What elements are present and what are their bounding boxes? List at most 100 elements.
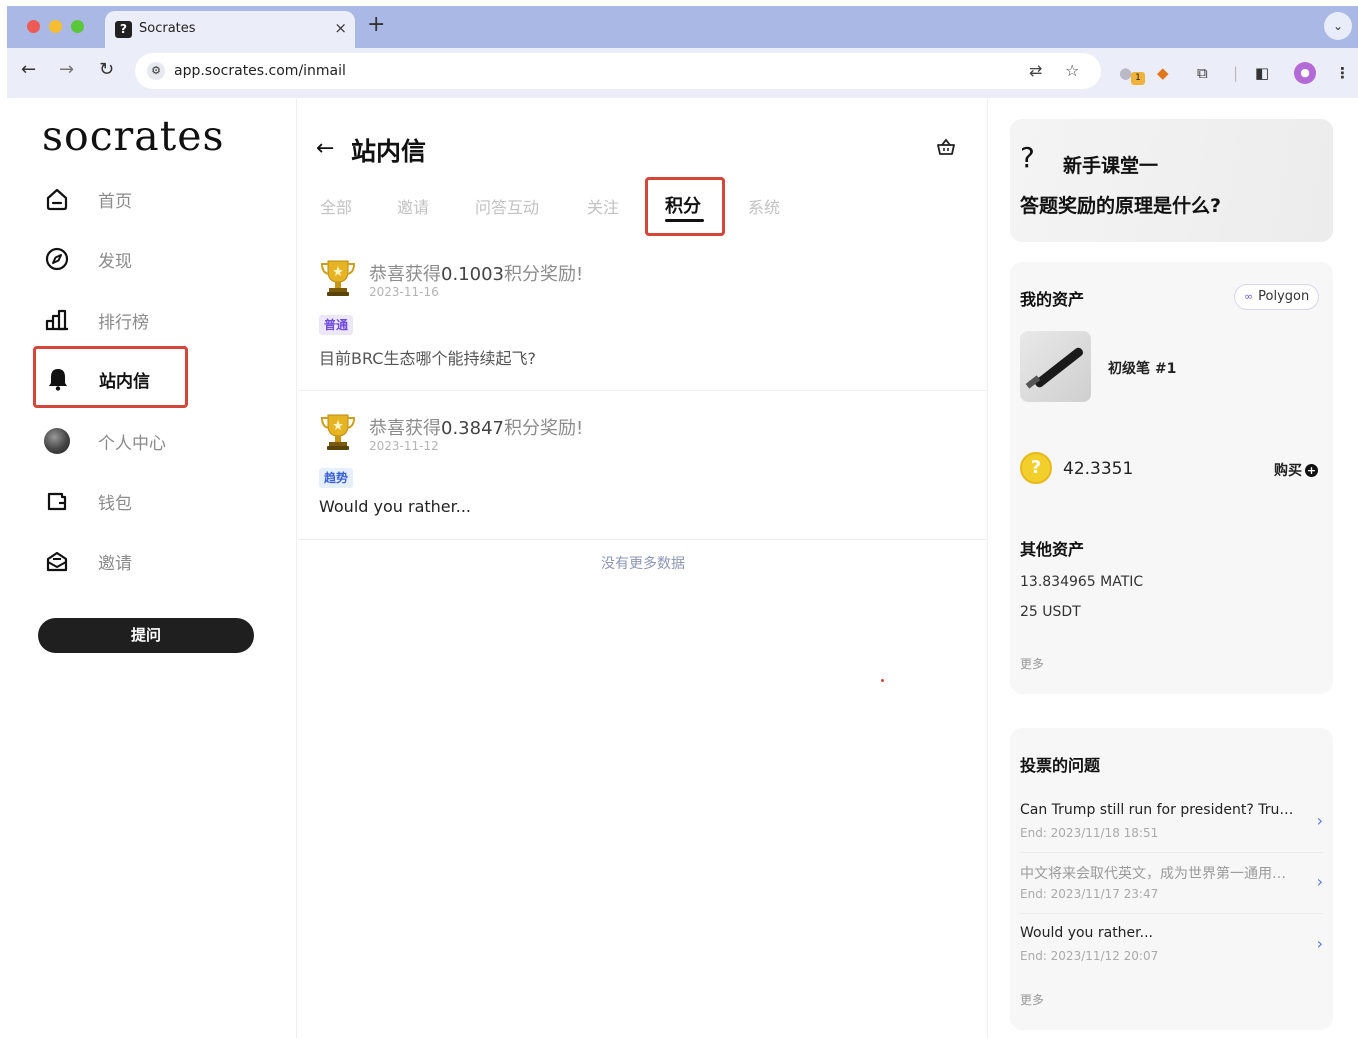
category-tag[interactable]: 普通 <box>319 315 354 335</box>
sidebar-item-label: 首页 <box>98 192 132 212</box>
browser-chrome: ? Socrates × + ⌄ ← → ↻ ⚙ app.socrates.co… <box>7 6 1358 98</box>
buy-button[interactable]: 购买 + <box>1274 460 1318 480</box>
sidebar-item-wallet[interactable]: 钱包 <box>33 469 188 531</box>
tab-system[interactable]: 系统 <box>748 194 780 218</box>
address-bar[interactable]: ⚙ app.socrates.com/inmail ⇄ ☆ <box>135 53 1101 89</box>
sidebar-item-profile[interactable]: 个人中心 <box>33 409 188 471</box>
sidebar-item-label: 站内信 <box>99 372 150 392</box>
coin-balance: 42.3351 <box>1063 459 1134 479</box>
banner-subtitle: 答题奖励的原理是什么? <box>1020 195 1222 217</box>
vote-item[interactable]: Would you rather... End: 2023/11/12 20:0… <box>1020 925 1323 983</box>
window-close-button[interactable] <box>27 20 40 33</box>
vote-end-time: End: 2023/11/18 18:51 <box>1020 826 1159 840</box>
toolbar-divider: | <box>1233 64 1239 82</box>
tab-search-chevron-icon[interactable]: ⌄ <box>1324 12 1352 40</box>
kebab-menu-icon[interactable]: ⋮ <box>1335 64 1350 82</box>
vote-question: Can Trump still run for president? Trump… <box>1020 802 1295 818</box>
reload-icon[interactable]: ↻ <box>99 60 114 80</box>
sidebar-item-home[interactable]: 首页 <box>33 167 188 229</box>
tab-points[interactable]: 积分 <box>665 192 701 218</box>
chevron-right-icon: › <box>1316 872 1323 891</box>
divider <box>1020 913 1323 914</box>
new-tab-button[interactable]: + <box>367 14 385 36</box>
sidebar-item-label: 钱包 <box>98 494 132 514</box>
vote-end-time: End: 2023/11/17 23:47 <box>1020 887 1159 901</box>
wallet-icon <box>47 492 67 511</box>
extensions-puzzle-icon[interactable]: ⧉ <box>1197 64 1208 82</box>
sidebar-item-label: 排行榜 <box>98 313 149 333</box>
message-title-prefix: 恭喜获得 <box>369 264 441 285</box>
sidebar-item-inbox[interactable]: 站内信 <box>33 346 188 408</box>
url-text[interactable]: app.socrates.com/inmail <box>174 63 346 79</box>
asset-matic: 13.834965 MATIC <box>1020 574 1144 590</box>
compass-icon <box>45 247 69 271</box>
metamask-icon[interactable]: ◆ <box>1157 64 1169 82</box>
no-more-data-text: 没有更多数据 <box>601 556 685 572</box>
browser-tab[interactable]: ? Socrates × <box>105 11 355 48</box>
divider <box>298 539 988 540</box>
window-zoom-button[interactable] <box>71 20 84 33</box>
sidepanel-icon[interactable]: ◧ <box>1255 64 1269 82</box>
ask-question-button[interactable]: 提问 <box>38 618 254 653</box>
question-link[interactable]: 目前BRC生态哪个能持续起飞? <box>319 345 536 369</box>
category-tag[interactable]: 趋势 <box>319 468 354 488</box>
translate-icon[interactable]: ⇄ <box>1029 61 1042 81</box>
active-tab-underline <box>665 219 704 222</box>
socrates-coin-icon: ? <box>1020 452 1052 484</box>
other-assets-title: 其他资产 <box>1020 540 1085 559</box>
chain-name: Polygon <box>1258 289 1310 304</box>
extension-badge: 1 <box>1131 72 1145 85</box>
tab-qa-interaction[interactable]: 问答互动 <box>475 194 539 218</box>
vote-question: Would you rather... <box>1020 925 1153 941</box>
profile-icon[interactable]: ● <box>1294 62 1316 84</box>
sidebar-item-label: 发现 <box>98 252 132 272</box>
voted-questions-card: 投票的问题 Can Trump still run for president?… <box>1010 728 1333 1030</box>
beginner-course-banner[interactable]: ? 新手课堂一 答题奖励的原理是什么? <box>1010 119 1333 242</box>
nft-name: 初级笔 #1 <box>1108 361 1177 377</box>
message-title-prefix: 恭喜获得 <box>369 418 441 439</box>
trophy-icon <box>320 260 356 296</box>
vote-end-time: End: 2023/11/12 20:07 <box>1020 949 1159 963</box>
tab-all[interactable]: 全部 <box>320 194 352 218</box>
tab-title: Socrates <box>139 21 196 36</box>
my-assets-title: 我的资产 <box>1020 290 1085 309</box>
divider <box>1020 852 1323 853</box>
back-arrow-icon[interactable]: ← <box>316 136 334 161</box>
message-title: 恭喜获得0.3847积分奖励! <box>369 414 583 440</box>
socrates-mascot-icon: ? <box>1020 141 1035 174</box>
sidebar-item-discover[interactable]: 发现 <box>33 227 188 289</box>
sidebar-item-leaderboard[interactable]: 排行榜 <box>33 288 188 350</box>
more-votes-link[interactable]: 更多 <box>1020 991 1044 1008</box>
back-icon[interactable]: ← <box>21 60 36 80</box>
link-icon: ∞ <box>1244 290 1254 303</box>
message-item[interactable]: 恭喜获得0.3847积分奖励! 2023-11-12 趋势 Would you … <box>298 402 988 539</box>
window-minimize-button[interactable] <box>49 20 62 33</box>
chain-selector[interactable]: ∞ Polygon <box>1234 284 1320 310</box>
more-assets-link[interactable]: 更多 <box>1020 655 1044 672</box>
forward-icon[interactable]: → <box>59 60 74 80</box>
buy-label: 购买 <box>1274 463 1302 479</box>
site-settings-icon[interactable]: ⚙ <box>147 62 165 80</box>
tab-strip: ? Socrates × + ⌄ <box>7 6 1358 48</box>
sidebar-item-label: 个人中心 <box>98 434 166 454</box>
tab-close-icon[interactable]: × <box>334 19 347 37</box>
asset-usdt: 25 USDT <box>1020 604 1081 620</box>
plus-icon: + <box>1305 464 1318 477</box>
message-title-suffix: 积分奖励! <box>503 418 584 439</box>
inbox-panel: ← 站内信 全部 邀请 问答互动 关注 积分 系统 恭喜获得0.1003积分奖励… <box>298 98 988 1038</box>
socrates-logo[interactable]: socrates <box>42 112 225 160</box>
chevron-right-icon: › <box>1316 811 1323 830</box>
tab-follow[interactable]: 关注 <box>587 194 619 218</box>
points-amount: 0.1003 <box>441 264 504 285</box>
bookmark-star-icon[interactable]: ☆ <box>1065 61 1079 81</box>
message-date: 2023-11-12 <box>369 439 439 453</box>
pen-nft-image[interactable] <box>1020 331 1091 402</box>
home-icon <box>46 188 68 211</box>
basket-icon[interactable] <box>936 138 956 161</box>
message-item[interactable]: 恭喜获得0.1003积分奖励! 2023-11-16 普通 目前BRC生态哪个能… <box>298 248 988 390</box>
question-link[interactable]: Would you rather... <box>319 497 471 516</box>
chevron-right-icon: › <box>1316 934 1323 953</box>
vote-question: 中文将来会取代英文，成为世界第一通用语言吗? <box>1020 866 1295 882</box>
tab-invite[interactable]: 邀请 <box>397 194 429 218</box>
sidebar-item-invite[interactable]: 邀请 <box>33 529 188 591</box>
